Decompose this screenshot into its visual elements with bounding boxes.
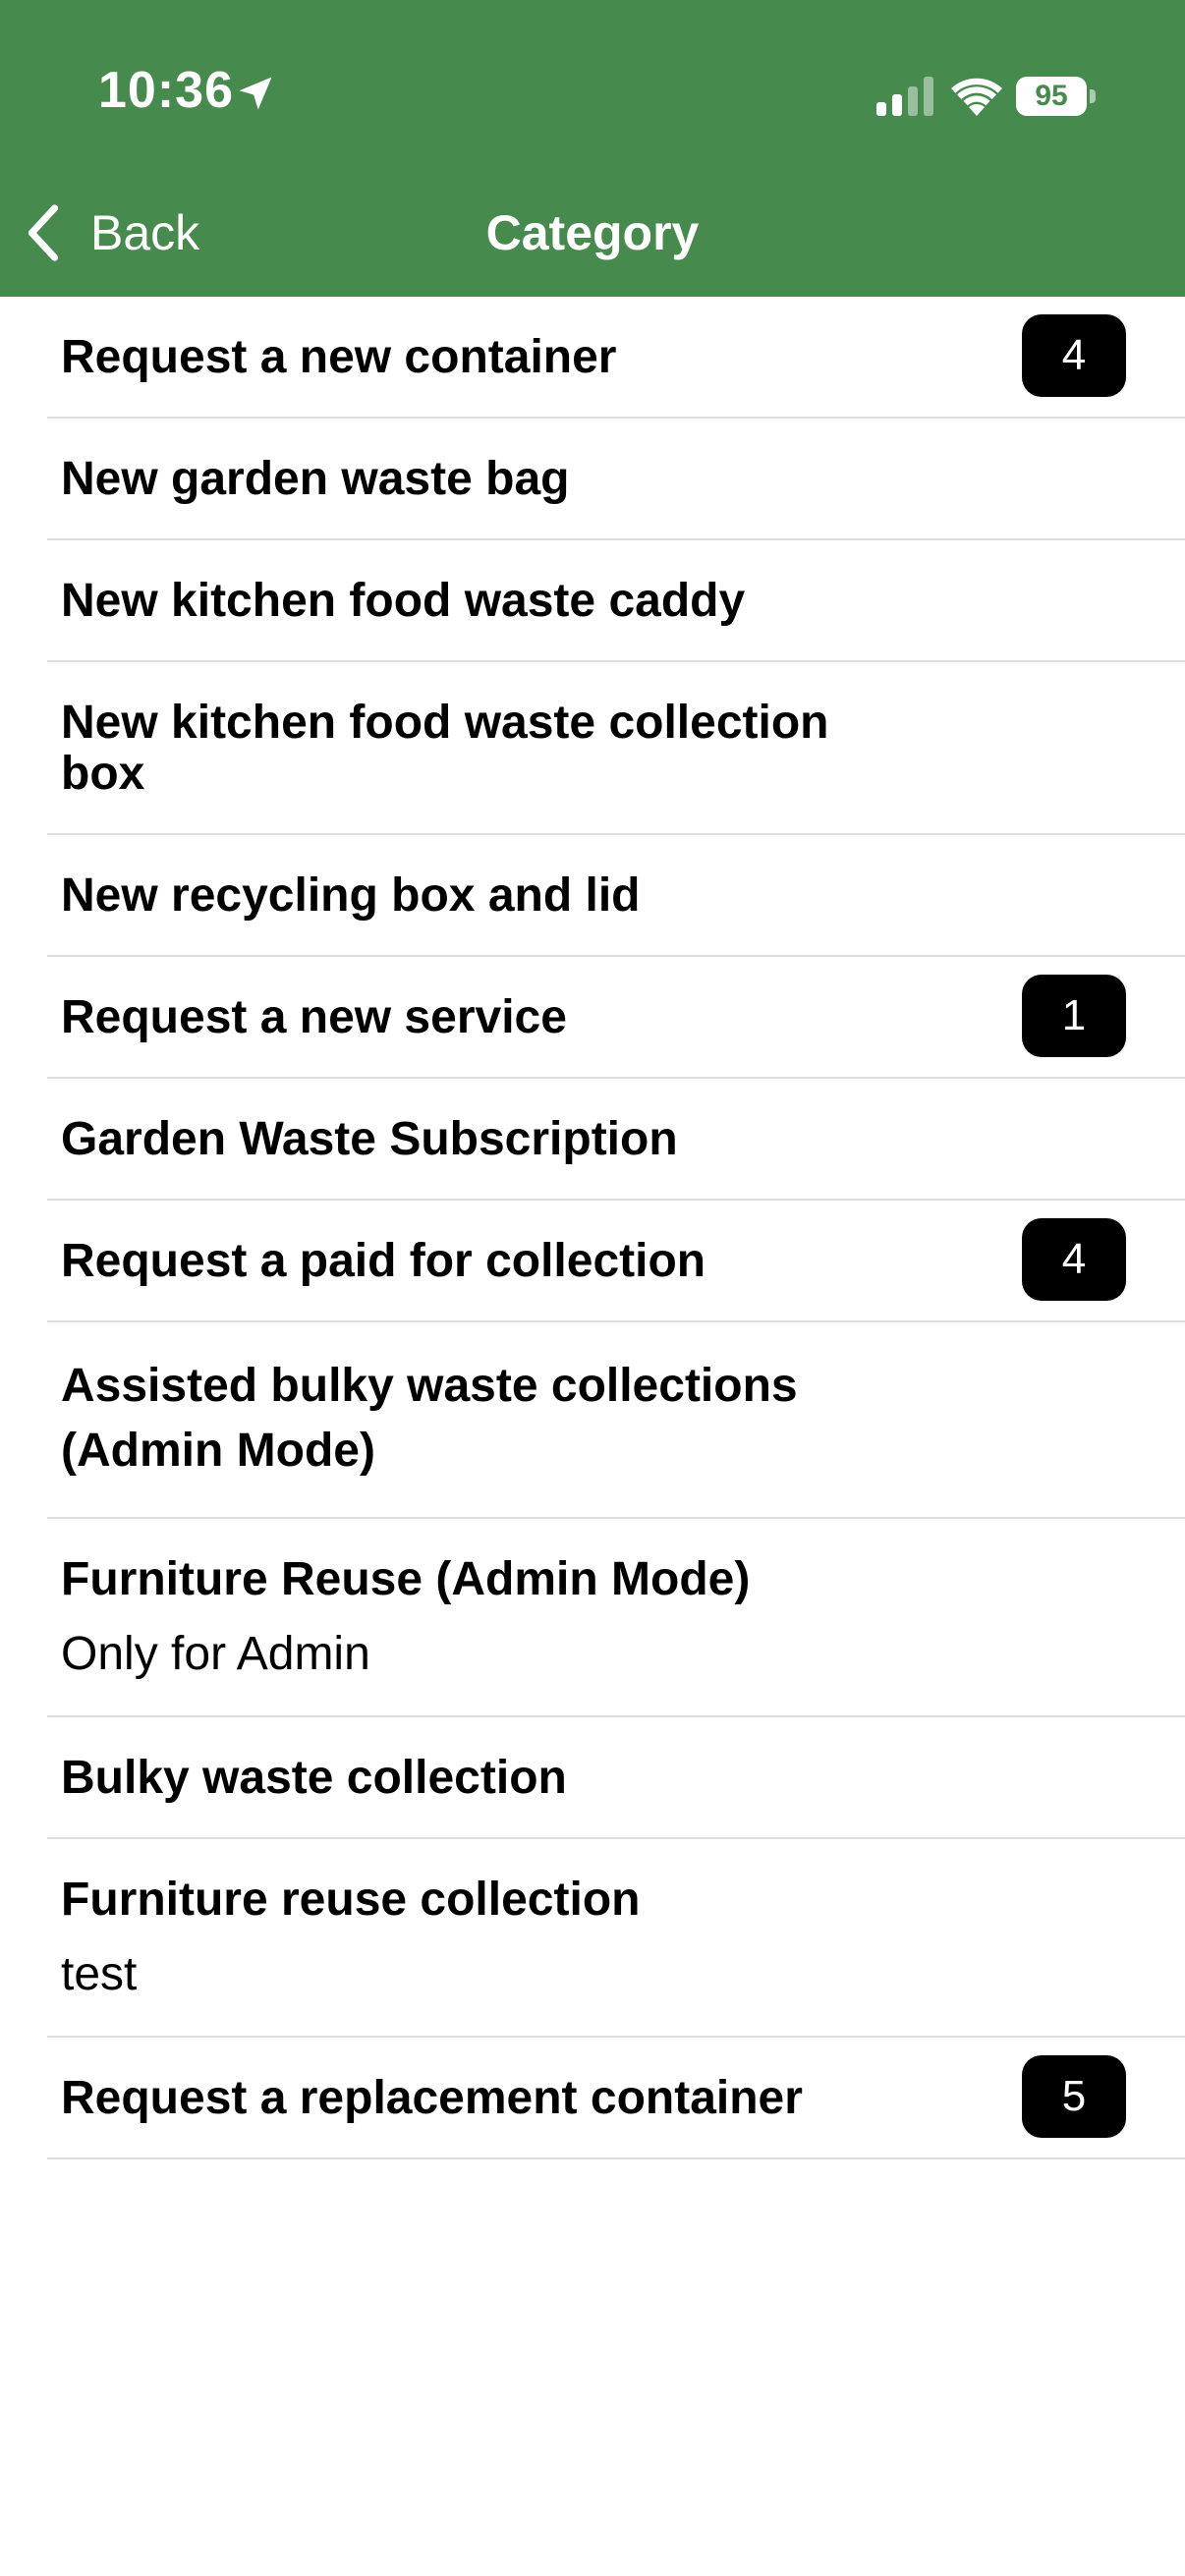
list-item-title: Garden Waste Subscription — [61, 1113, 678, 1165]
cellular-signal-icon — [876, 77, 933, 116]
list-item-furniture-reuse-admin[interactable]: Furniture Reuse (Admin Mode) Only for Ad… — [47, 1519, 1185, 1717]
list-item-food-waste-caddy[interactable]: New kitchen food waste caddy — [47, 540, 1185, 662]
list-item-title: New garden waste bag — [61, 453, 570, 505]
list-item-bulky-waste-collection[interactable]: Bulky waste collection — [47, 1717, 1185, 1839]
page-title: Category — [485, 205, 700, 260]
list-item-title: Bulky waste collection — [61, 1752, 567, 1804]
navigation-bar: Back Category — [0, 179, 1185, 287]
list-item-furniture-reuse-collection[interactable]: Furniture reuse collection test — [47, 1839, 1185, 2038]
list-item-request-new-service[interactable]: Request a new service 1 — [47, 957, 1185, 1079]
list-item-title: Request a paid for collection — [61, 1235, 706, 1287]
list-item-title: New kitchen food waste collection box — [61, 697, 829, 800]
list-item-title: Furniture Reuse (Admin Mode) — [61, 1553, 751, 1605]
status-time: 10:36 — [98, 62, 234, 119]
category-list: Request a new container 4 New garden was… — [0, 297, 1185, 2159]
count-badge: 4 — [1022, 1218, 1126, 1301]
list-item-assisted-bulky-waste[interactable]: Assisted bulky waste collections (Admin … — [47, 1322, 1185, 1519]
list-item-subtitle: test — [61, 1948, 138, 2000]
location-arrow-icon — [239, 77, 272, 110]
list-item-garden-waste-bag[interactable]: New garden waste bag — [47, 419, 1185, 540]
list-item-title: Furniture reuse collection — [61, 1874, 641, 1926]
list-item-title: Request a new service — [61, 991, 567, 1043]
battery-tip — [1090, 89, 1096, 103]
list-item-garden-waste-subscription[interactable]: Garden Waste Subscription — [47, 1079, 1185, 1201]
count-badge: 1 — [1022, 975, 1126, 1057]
wifi-icon — [951, 78, 1002, 116]
count-badge: 5 — [1022, 2055, 1126, 2138]
list-item-title: New kitchen food waste caddy — [61, 575, 746, 627]
list-item-request-new-container[interactable]: Request a new container 4 — [47, 297, 1185, 419]
list-item-paid-collection[interactable]: Request a paid for collection 4 — [47, 1201, 1185, 1322]
count-badge: 4 — [1022, 314, 1126, 397]
list-item-subtitle: Only for Admin — [61, 1628, 370, 1680]
list-item-food-waste-collection-box[interactable]: New kitchen food waste collection box — [47, 662, 1185, 835]
app-header: 10:36 95 Back Category — [0, 0, 1185, 297]
battery-icon: 95 — [1016, 77, 1097, 116]
list-item-title: Request a replacement container — [61, 2072, 803, 2124]
list-item-replacement-container[interactable]: Request a replacement container 5 — [47, 2038, 1185, 2159]
list-item-title: New recycling box and lid — [61, 869, 641, 922]
list-item-title: Request a new container — [61, 331, 617, 383]
battery-level: 95 — [1016, 77, 1087, 116]
status-bar: 10:36 95 — [0, 0, 1185, 147]
list-item-title: Assisted bulky waste collections (Admin … — [61, 1360, 798, 1477]
list-item-recycling-box[interactable]: New recycling box and lid — [47, 835, 1185, 957]
